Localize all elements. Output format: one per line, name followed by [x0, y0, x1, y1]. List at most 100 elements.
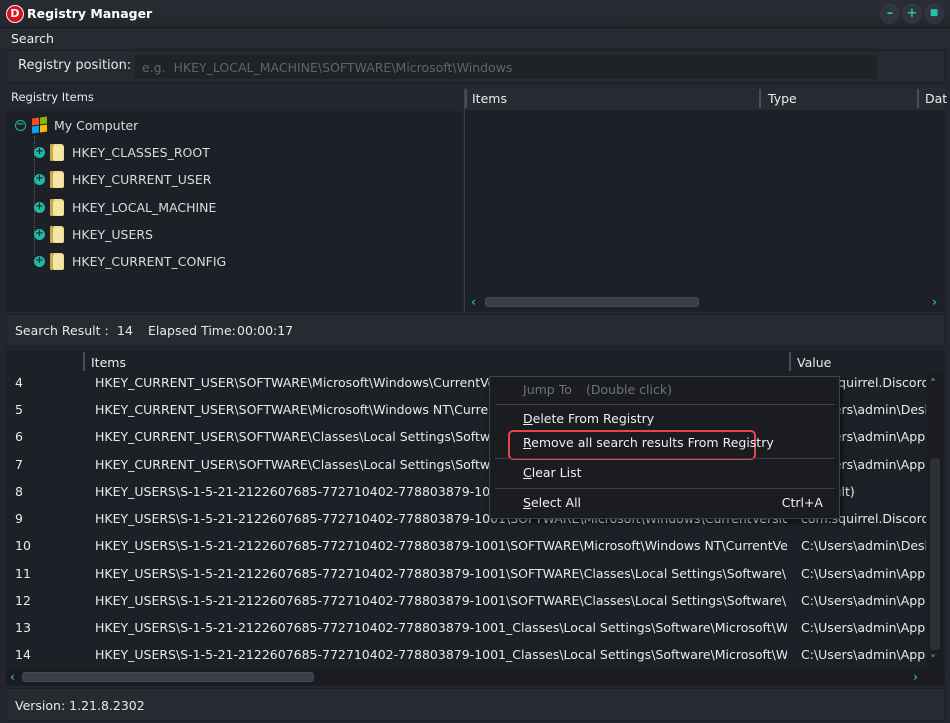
- row-number: 6: [15, 429, 23, 444]
- registry-position-input[interactable]: [135, 55, 877, 79]
- column-header-type[interactable]: Type: [768, 91, 797, 106]
- menu-item-label: ump To: [526, 382, 572, 397]
- menu-item-label: elect All: [530, 495, 582, 510]
- values-table-header: Items Type Dat: [465, 88, 947, 110]
- registry-items-label: Registry Items: [11, 90, 94, 104]
- tree-node-hklm[interactable]: + HKEY_LOCAL_MACHINE: [34, 196, 216, 218]
- scrollbar-thumb[interactable]: [485, 297, 699, 307]
- column-header-value[interactable]: Value: [797, 355, 831, 370]
- scroll-right-icon[interactable]: ›: [913, 669, 918, 685]
- title-bar: D Registry Manager – + ■: [0, 0, 950, 28]
- status-bar: Version: 1.21.8.2302: [6, 688, 945, 721]
- tree-node-my-computer[interactable]: − My Computer: [15, 114, 138, 136]
- expand-icon[interactable]: +: [34, 173, 45, 185]
- search-result-bar: Search Result : 14 Elapsed Time: 00:00:1…: [6, 314, 945, 347]
- accelerator-key: C: [523, 465, 532, 480]
- row-number: 5: [15, 402, 23, 417]
- row-number: 4: [15, 375, 23, 390]
- accelerator-key: D: [523, 411, 533, 426]
- context-menu: Jump To (Double click) Delete From Regis…: [489, 376, 840, 519]
- registry-values-table: Items Type Dat ‹ ›: [464, 88, 947, 312]
- windows-computer-icon: [30, 116, 48, 134]
- tree-node-hkcu[interactable]: + HKEY_CURRENT_USER: [34, 168, 211, 190]
- tree-node-hkcr[interactable]: + HKEY_CLASSES_ROOT: [34, 141, 210, 163]
- scroll-up-icon[interactable]: ˄: [930, 376, 936, 392]
- menu-item-delete-from-registry[interactable]: Delete From Registry: [523, 411, 654, 426]
- column-separator[interactable]: [917, 89, 919, 108]
- row-number: 10: [15, 538, 31, 553]
- folder-icon: [50, 170, 64, 188]
- row-number: 12: [15, 593, 31, 608]
- result-row[interactable]: 14 HKEY_USERS\S-1-5-21-2122607685-772710…: [6, 641, 926, 668]
- menu-item-clear-list[interactable]: Clear List: [523, 465, 582, 480]
- scrollbar-thumb[interactable]: [22, 672, 314, 682]
- window-title: Registry Manager: [27, 6, 153, 21]
- column-header-data[interactable]: Dat: [925, 91, 947, 106]
- scroll-left-icon[interactable]: ‹: [471, 294, 476, 310]
- menu-item-remove-all-search-results[interactable]: Remove all search results From Registry: [523, 435, 774, 450]
- expand-icon[interactable]: +: [34, 146, 45, 158]
- row-item-path: HKEY_USERS\S-1-5-21-2122607685-772710402…: [95, 593, 787, 608]
- tree-node-label: HKEY_CLASSES_ROOT: [72, 144, 210, 160]
- tree-node-hku[interactable]: + HKEY_USERS: [34, 223, 153, 245]
- menu-item-select-all[interactable]: Select All: [523, 495, 581, 510]
- results-horizontal-scrollbar[interactable]: ‹ ›: [6, 669, 945, 685]
- result-row[interactable]: 11 HKEY_USERS\S-1-5-21-2122607685-772710…: [6, 560, 926, 587]
- accelerator-key: S: [523, 495, 531, 510]
- scroll-right-icon[interactable]: ›: [932, 294, 937, 310]
- menu-item-label: lear List: [531, 465, 582, 480]
- expand-icon[interactable]: +: [34, 228, 45, 240]
- menu-item-label: emove all search results From Registry: [531, 435, 774, 450]
- select-all-shortcut: Ctrl+A: [781, 495, 823, 510]
- row-number: 8: [15, 484, 23, 499]
- scrollbar-thumb[interactable]: [930, 458, 940, 650]
- scroll-down-icon[interactable]: ˅: [930, 652, 936, 668]
- menu-separator: [495, 488, 835, 489]
- tree-node-label: HKEY_CURRENT_USER: [72, 171, 212, 187]
- menu-search[interactable]: Search: [11, 31, 54, 46]
- folder-icon: [50, 225, 64, 243]
- tree-node-label: HKEY_CURRENT_CONFIG: [72, 253, 227, 269]
- maximize-button[interactable]: +: [902, 4, 922, 24]
- row-number: 9: [15, 511, 23, 526]
- tree-node-label: HKEY_LOCAL_MACHINE: [72, 199, 217, 215]
- menu-bar: Search: [0, 29, 950, 48]
- values-horizontal-scrollbar[interactable]: ‹ ›: [465, 294, 945, 310]
- scroll-left-icon[interactable]: ‹: [10, 669, 15, 685]
- menu-separator: [495, 404, 835, 405]
- tree-node-label: HKEY_USERS: [72, 226, 153, 242]
- result-row[interactable]: 10 HKEY_USERS\S-1-5-21-2122607685-772710…: [6, 532, 926, 559]
- folder-icon: [50, 252, 64, 270]
- collapse-icon[interactable]: −: [15, 119, 26, 131]
- tree-node-hkcc[interactable]: + HKEY_CURRENT_CONFIG: [34, 250, 226, 272]
- row-item-path: HKEY_USERS\S-1-5-21-2122607685-772710402…: [95, 620, 787, 635]
- tree-node-label: My Computer: [54, 117, 139, 133]
- row-item-path: HKEY_USERS\S-1-5-21-2122607685-772710402…: [95, 647, 787, 662]
- folder-icon: [50, 143, 64, 161]
- version-label: Version: 1.21.8.2302: [15, 698, 145, 713]
- column-separator[interactable]: [759, 89, 761, 108]
- row-number: 14: [15, 647, 31, 662]
- registry-position-bar: Registry position:: [6, 50, 945, 83]
- result-row[interactable]: 13 HKEY_USERS\S-1-5-21-2122607685-772710…: [6, 614, 926, 641]
- row-value: C:\Users\admin\Appl: [801, 647, 926, 662]
- expand-icon[interactable]: +: [34, 255, 45, 267]
- registry-position-label: Registry position:: [18, 58, 132, 73]
- menu-item-jump-to[interactable]: Jump To: [523, 382, 572, 397]
- minimize-button[interactable]: –: [880, 4, 900, 24]
- column-header-items[interactable]: Items: [472, 91, 507, 106]
- row-value: C:\Users\admin\Appl: [801, 566, 926, 581]
- app-logo-icon: D: [6, 5, 24, 23]
- row-number: 11: [15, 566, 31, 581]
- folder-icon: [50, 198, 64, 216]
- column-header-items[interactable]: Items: [91, 355, 126, 370]
- result-row[interactable]: 12 HKEY_USERS\S-1-5-21-2122607685-772710…: [6, 587, 926, 614]
- row-value: C:\Users\admin\Appl: [801, 620, 926, 635]
- search-result-count: 14: [117, 323, 133, 338]
- results-vertical-scrollbar[interactable]: ˄ ˅: [927, 374, 943, 669]
- column-separator[interactable]: [465, 89, 467, 108]
- row-item-path: HKEY_USERS\S-1-5-21-2122607685-772710402…: [95, 566, 787, 581]
- elapsed-time-label: Elapsed Time:: [148, 323, 236, 338]
- close-button[interactable]: ■: [924, 4, 944, 24]
- expand-icon[interactable]: +: [34, 201, 45, 213]
